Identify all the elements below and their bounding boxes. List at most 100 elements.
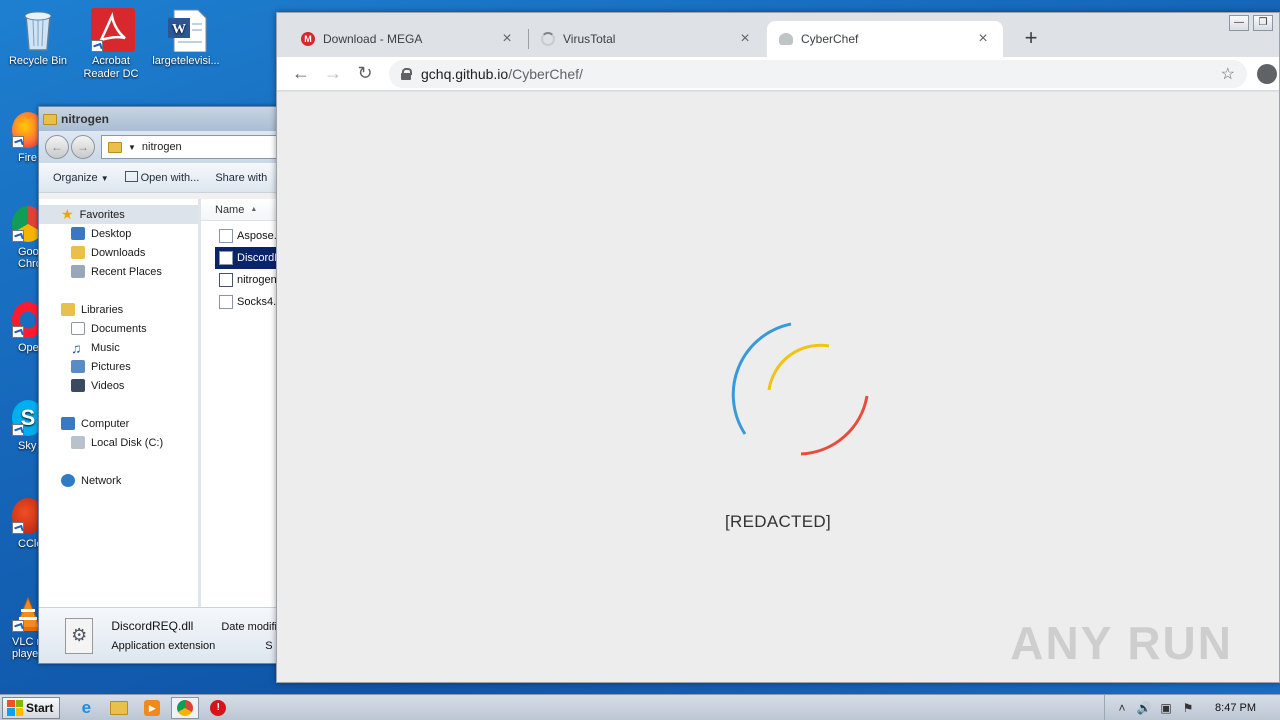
tab-virustotal[interactable]: VirusTotal × bbox=[529, 21, 765, 57]
selected-file-name: DiscordREQ.dll bbox=[111, 618, 194, 633]
nav-label: Recent Places bbox=[91, 265, 162, 278]
explorer-window[interactable]: nitrogen ← → ▼ nitrogen Organize ▼ Open … bbox=[38, 106, 278, 664]
downloads-folder-icon bbox=[71, 246, 85, 259]
mega-favicon-icon: M bbox=[301, 32, 315, 46]
back-button[interactable]: ← bbox=[45, 135, 69, 159]
nav-item-favorites[interactable]: ★ Favorites bbox=[39, 205, 198, 224]
loading-message: [REDACTED] bbox=[725, 512, 831, 531]
share-with-button[interactable]: Share with bbox=[215, 172, 267, 184]
column-header-name[interactable]: Name ▲ bbox=[201, 199, 277, 221]
desktop-icon bbox=[71, 227, 85, 240]
nav-item-videos[interactable]: Videos bbox=[39, 376, 198, 395]
nav-label: Videos bbox=[91, 379, 125, 392]
folder-icon bbox=[43, 113, 57, 125]
nav-item-desktop[interactable]: Desktop bbox=[39, 224, 198, 243]
nav-label: Documents bbox=[91, 322, 147, 335]
pictures-icon bbox=[71, 360, 85, 373]
forward-button[interactable]: → bbox=[71, 135, 95, 159]
folder-icon bbox=[108, 141, 122, 153]
file-name: Socks4. bbox=[237, 296, 277, 308]
profile-avatar-icon[interactable] bbox=[1257, 64, 1277, 84]
svg-text:W: W bbox=[172, 22, 186, 37]
column-label: Name bbox=[215, 203, 245, 216]
forward-button[interactable]: → bbox=[317, 60, 349, 88]
tab-title: CyberChef bbox=[801, 32, 859, 46]
desktop-icon-acrobat[interactable]: Acrobat Reader DC bbox=[73, 8, 149, 81]
nav-item-network[interactable]: Network bbox=[39, 471, 198, 490]
breadcrumb-chevron-icon[interactable]: ▼ bbox=[128, 143, 136, 152]
network-icon[interactable]: ▣ bbox=[1159, 701, 1173, 715]
tab-mega[interactable]: M Download - MEGA × bbox=[289, 21, 527, 57]
tab-strip: M Download - MEGA × VirusTotal × CyberCh… bbox=[277, 13, 1279, 57]
file-list: Name ▲ Aspose. DiscordR nitrogen Socks4. bbox=[201, 199, 277, 607]
tab-title: Download - MEGA bbox=[323, 32, 423, 46]
restore-button[interactable]: ❐ bbox=[1253, 15, 1273, 31]
nav-item-recent-places[interactable]: Recent Places bbox=[39, 262, 198, 281]
documents-icon bbox=[71, 322, 85, 335]
url-host: gchq.github.io bbox=[421, 66, 509, 82]
opera-icon: ! bbox=[210, 699, 227, 716]
nav-item-downloads[interactable]: Downloads bbox=[39, 243, 198, 262]
tab-close-icon[interactable]: × bbox=[975, 30, 991, 48]
nav-item-pictures[interactable]: Pictures bbox=[39, 357, 198, 376]
hard-drive-icon bbox=[71, 436, 85, 449]
taskbar-chrome-button[interactable] bbox=[171, 696, 200, 719]
back-arrow-icon: ← bbox=[51, 140, 63, 154]
tab-close-icon[interactable]: × bbox=[737, 30, 753, 48]
lock-icon[interactable] bbox=[401, 68, 412, 80]
nav-label: Pictures bbox=[91, 360, 131, 373]
browser-toolbar: ← → ↻ gchq.github.io/CyberChef/ ☆ bbox=[277, 57, 1279, 91]
explorer-address-bar[interactable]: ▼ nitrogen bbox=[101, 135, 277, 159]
taskbar-media-player-button[interactable]: ▶ bbox=[138, 697, 166, 719]
organize-button[interactable]: Organize ▼ bbox=[53, 172, 109, 184]
breadcrumb[interactable]: nitrogen bbox=[142, 141, 182, 153]
bookmark-star-icon[interactable]: ☆ bbox=[1221, 64, 1235, 84]
nav-item-music[interactable]: ♫ Music bbox=[39, 338, 198, 357]
tab-title: VirusTotal bbox=[563, 32, 616, 46]
action-center-flag-icon[interactable]: ⚑ bbox=[1181, 701, 1195, 715]
taskbar-opera-button[interactable]: ! bbox=[204, 697, 232, 719]
back-button[interactable]: ← bbox=[285, 60, 317, 88]
browser-window[interactable]: M Download - MEGA × VirusTotal × CyberCh… bbox=[276, 12, 1280, 683]
start-label: Start bbox=[26, 700, 54, 715]
internet-explorer-icon: e bbox=[81, 697, 92, 717]
desktop-icon-word-doc[interactable]: W largetelevisi... bbox=[148, 8, 224, 68]
file-name: DiscordR bbox=[237, 252, 277, 264]
open-with-button[interactable]: Open with... bbox=[124, 171, 199, 184]
tab-cyberchef[interactable]: CyberChef × bbox=[767, 21, 1003, 57]
desktop-icon-label: largetelevisi... bbox=[152, 55, 220, 67]
volume-icon[interactable]: 🔊 bbox=[1137, 701, 1152, 715]
address-bar[interactable]: gchq.github.io/CyberChef/ ☆ bbox=[389, 60, 1247, 88]
page-content: [REDACTED] ANY RUN bbox=[277, 92, 1279, 682]
nav-item-computer[interactable]: Computer bbox=[39, 414, 198, 433]
explorer-title-bar[interactable]: nitrogen bbox=[39, 107, 277, 131]
music-note-icon: ♫ bbox=[71, 339, 82, 356]
start-button[interactable]: Start bbox=[2, 696, 61, 719]
selected-file-type: Application extension bbox=[111, 639, 216, 652]
nav-item-local-disk[interactable]: Local Disk (C:) bbox=[39, 433, 198, 452]
desktop-icon-recycle-bin[interactable]: Recycle Bin bbox=[0, 8, 76, 68]
nav-label: Favorites bbox=[79, 208, 125, 221]
back-arrow-icon: ← bbox=[292, 63, 310, 83]
file-row[interactable]: Aspose. bbox=[201, 225, 277, 247]
file-icon bbox=[219, 295, 233, 309]
clock[interactable]: 8:47 PM bbox=[1215, 702, 1256, 714]
reload-button[interactable]: ↻ bbox=[349, 60, 381, 88]
nav-item-documents[interactable]: Documents bbox=[39, 319, 198, 338]
new-tab-button[interactable]: + bbox=[1017, 25, 1045, 53]
file-row-selected[interactable]: DiscordR bbox=[215, 247, 277, 269]
taskbar-explorer-button[interactable] bbox=[105, 697, 133, 719]
acrobat-icon bbox=[91, 8, 135, 52]
nav-item-libraries[interactable]: Libraries bbox=[39, 300, 198, 319]
show-hidden-icons-icon[interactable]: ˄ bbox=[1115, 701, 1129, 715]
tab-close-icon[interactable]: × bbox=[499, 30, 515, 48]
forward-arrow-icon: → bbox=[324, 63, 342, 83]
nav-label: Network bbox=[81, 474, 122, 487]
file-row[interactable]: nitrogen bbox=[201, 269, 277, 291]
nav-label: Downloads bbox=[91, 246, 146, 259]
minimize-button[interactable]: — bbox=[1229, 15, 1249, 31]
reload-icon: ↻ bbox=[357, 63, 373, 83]
dll-file-icon bbox=[219, 251, 233, 265]
taskbar-ie-button[interactable]: e bbox=[72, 697, 100, 719]
file-row[interactable]: Socks4. bbox=[201, 291, 277, 313]
